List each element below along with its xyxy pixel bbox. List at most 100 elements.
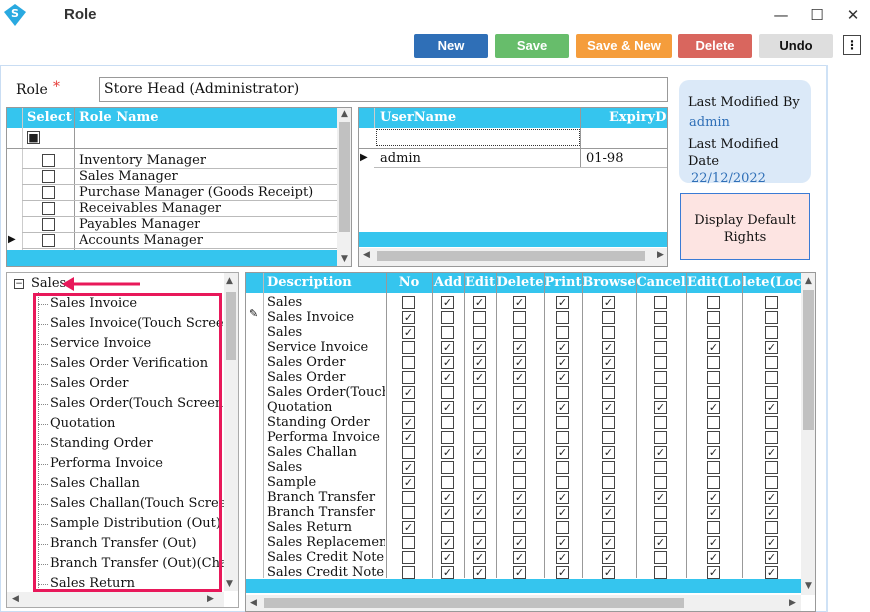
tree-hscrollbar[interactable]: [7, 592, 224, 607]
right-checkbox[interactable]: [441, 311, 454, 324]
right-checkbox[interactable]: [765, 326, 778, 339]
right-checkbox[interactable]: [473, 461, 486, 474]
right-checkbox[interactable]: [602, 386, 615, 399]
right-checkbox[interactable]: ✓: [556, 506, 569, 519]
right-checkbox[interactable]: [654, 386, 667, 399]
right-checkbox[interactable]: [556, 461, 569, 474]
role-select-checkbox[interactable]: [42, 186, 55, 199]
right-checkbox[interactable]: [441, 461, 454, 474]
scroll-up-icon[interactable]: ▲: [805, 276, 812, 286]
right-checkbox[interactable]: [473, 416, 486, 429]
right-checkbox[interactable]: [654, 506, 667, 519]
right-checkbox[interactable]: ✓: [556, 491, 569, 504]
right-checkbox[interactable]: ✓: [765, 491, 778, 504]
right-checkbox[interactable]: [654, 416, 667, 429]
role-select-checkbox[interactable]: [42, 154, 55, 167]
right-checkbox[interactable]: ✓: [473, 566, 486, 579]
right-checkbox[interactable]: [473, 311, 486, 324]
save-button[interactable]: Save: [495, 34, 569, 58]
right-checkbox[interactable]: [765, 371, 778, 384]
tree-scroll-thumb[interactable]: [226, 292, 236, 360]
scroll-up-icon[interactable]: ▲: [341, 109, 348, 119]
right-checkbox[interactable]: [654, 566, 667, 579]
right-checkbox[interactable]: ✓: [556, 446, 569, 459]
right-checkbox[interactable]: [602, 416, 615, 429]
right-checkbox[interactable]: [707, 386, 720, 399]
right-checkbox[interactable]: [654, 326, 667, 339]
right-checkbox[interactable]: [707, 416, 720, 429]
right-checkbox[interactable]: ✓: [602, 551, 615, 564]
right-checkbox[interactable]: [513, 386, 526, 399]
right-checkbox[interactable]: ✓: [473, 401, 486, 414]
role-select-checkbox[interactable]: [42, 202, 55, 215]
right-checkbox[interactable]: [441, 431, 454, 444]
right-checkbox[interactable]: [402, 371, 415, 384]
right-checkbox[interactable]: ✓: [765, 551, 778, 564]
right-checkbox[interactable]: ✓: [441, 491, 454, 504]
right-checkbox[interactable]: ✓: [402, 326, 415, 339]
right-checkbox[interactable]: [765, 311, 778, 324]
right-checkbox[interactable]: ✓: [654, 401, 667, 414]
right-checkbox[interactable]: ✓: [513, 446, 526, 459]
right-checkbox[interactable]: [402, 341, 415, 354]
right-checkbox[interactable]: [513, 311, 526, 324]
right-checkbox[interactable]: ✓: [441, 341, 454, 354]
right-checkbox[interactable]: ✓: [473, 506, 486, 519]
right-checkbox[interactable]: ✓: [602, 566, 615, 579]
tree-collapse-icon[interactable]: −: [14, 279, 24, 289]
right-checkbox[interactable]: ✓: [441, 566, 454, 579]
right-checkbox[interactable]: [654, 356, 667, 369]
right-checkbox[interactable]: ✓: [556, 566, 569, 579]
right-checkbox[interactable]: [402, 566, 415, 579]
right-checkbox[interactable]: [765, 476, 778, 489]
right-checkbox[interactable]: ✓: [402, 461, 415, 474]
right-checkbox[interactable]: [513, 476, 526, 489]
right-checkbox[interactable]: [441, 326, 454, 339]
select-all-checkbox[interactable]: ■: [27, 131, 40, 144]
right-checkbox[interactable]: ✓: [707, 341, 720, 354]
right-checkbox[interactable]: [765, 386, 778, 399]
right-checkbox[interactable]: [556, 416, 569, 429]
right-checkbox[interactable]: ✓: [602, 401, 615, 414]
right-checkbox[interactable]: ✓: [513, 551, 526, 564]
right-checkbox[interactable]: ✓: [556, 536, 569, 549]
right-checkbox[interactable]: ✓: [473, 551, 486, 564]
right-checkbox[interactable]: [707, 326, 720, 339]
scroll-right-icon[interactable]: ▶: [657, 250, 664, 260]
right-checkbox[interactable]: [602, 476, 615, 489]
right-checkbox[interactable]: ✓: [402, 521, 415, 534]
right-checkbox[interactable]: [707, 461, 720, 474]
maximize-button[interactable]: ☐: [806, 4, 828, 26]
right-checkbox[interactable]: [556, 521, 569, 534]
right-checkbox[interactable]: [602, 461, 615, 474]
more-options-icon[interactable]: ⋮: [843, 35, 861, 55]
right-checkbox[interactable]: [473, 386, 486, 399]
right-checkbox[interactable]: [707, 356, 720, 369]
right-checkbox[interactable]: ✓: [402, 416, 415, 429]
scroll-down-icon[interactable]: ▼: [226, 579, 233, 589]
right-checkbox[interactable]: ✓: [402, 386, 415, 399]
new-button[interactable]: New: [414, 34, 488, 58]
right-checkbox[interactable]: [556, 476, 569, 489]
right-checkbox[interactable]: ✓: [513, 566, 526, 579]
right-checkbox[interactable]: [707, 296, 720, 309]
right-checkbox[interactable]: [556, 311, 569, 324]
right-checkbox[interactable]: ✓: [707, 536, 720, 549]
right-checkbox[interactable]: [513, 431, 526, 444]
right-checkbox[interactable]: [707, 371, 720, 384]
right-checkbox[interactable]: ✓: [513, 491, 526, 504]
right-checkbox[interactable]: [654, 476, 667, 489]
right-checkbox[interactable]: [765, 296, 778, 309]
right-checkbox[interactable]: ✓: [602, 491, 615, 504]
right-checkbox[interactable]: [707, 311, 720, 324]
right-checkbox[interactable]: ✓: [402, 476, 415, 489]
right-checkbox[interactable]: [654, 521, 667, 534]
right-checkbox[interactable]: ✓: [402, 431, 415, 444]
right-checkbox[interactable]: ✓: [513, 536, 526, 549]
right-checkbox[interactable]: [654, 431, 667, 444]
role-select-checkbox[interactable]: [42, 170, 55, 183]
right-checkbox[interactable]: ✓: [602, 296, 615, 309]
right-checkbox[interactable]: [654, 371, 667, 384]
right-checkbox[interactable]: [602, 326, 615, 339]
scroll-down-icon[interactable]: ▼: [341, 254, 348, 264]
